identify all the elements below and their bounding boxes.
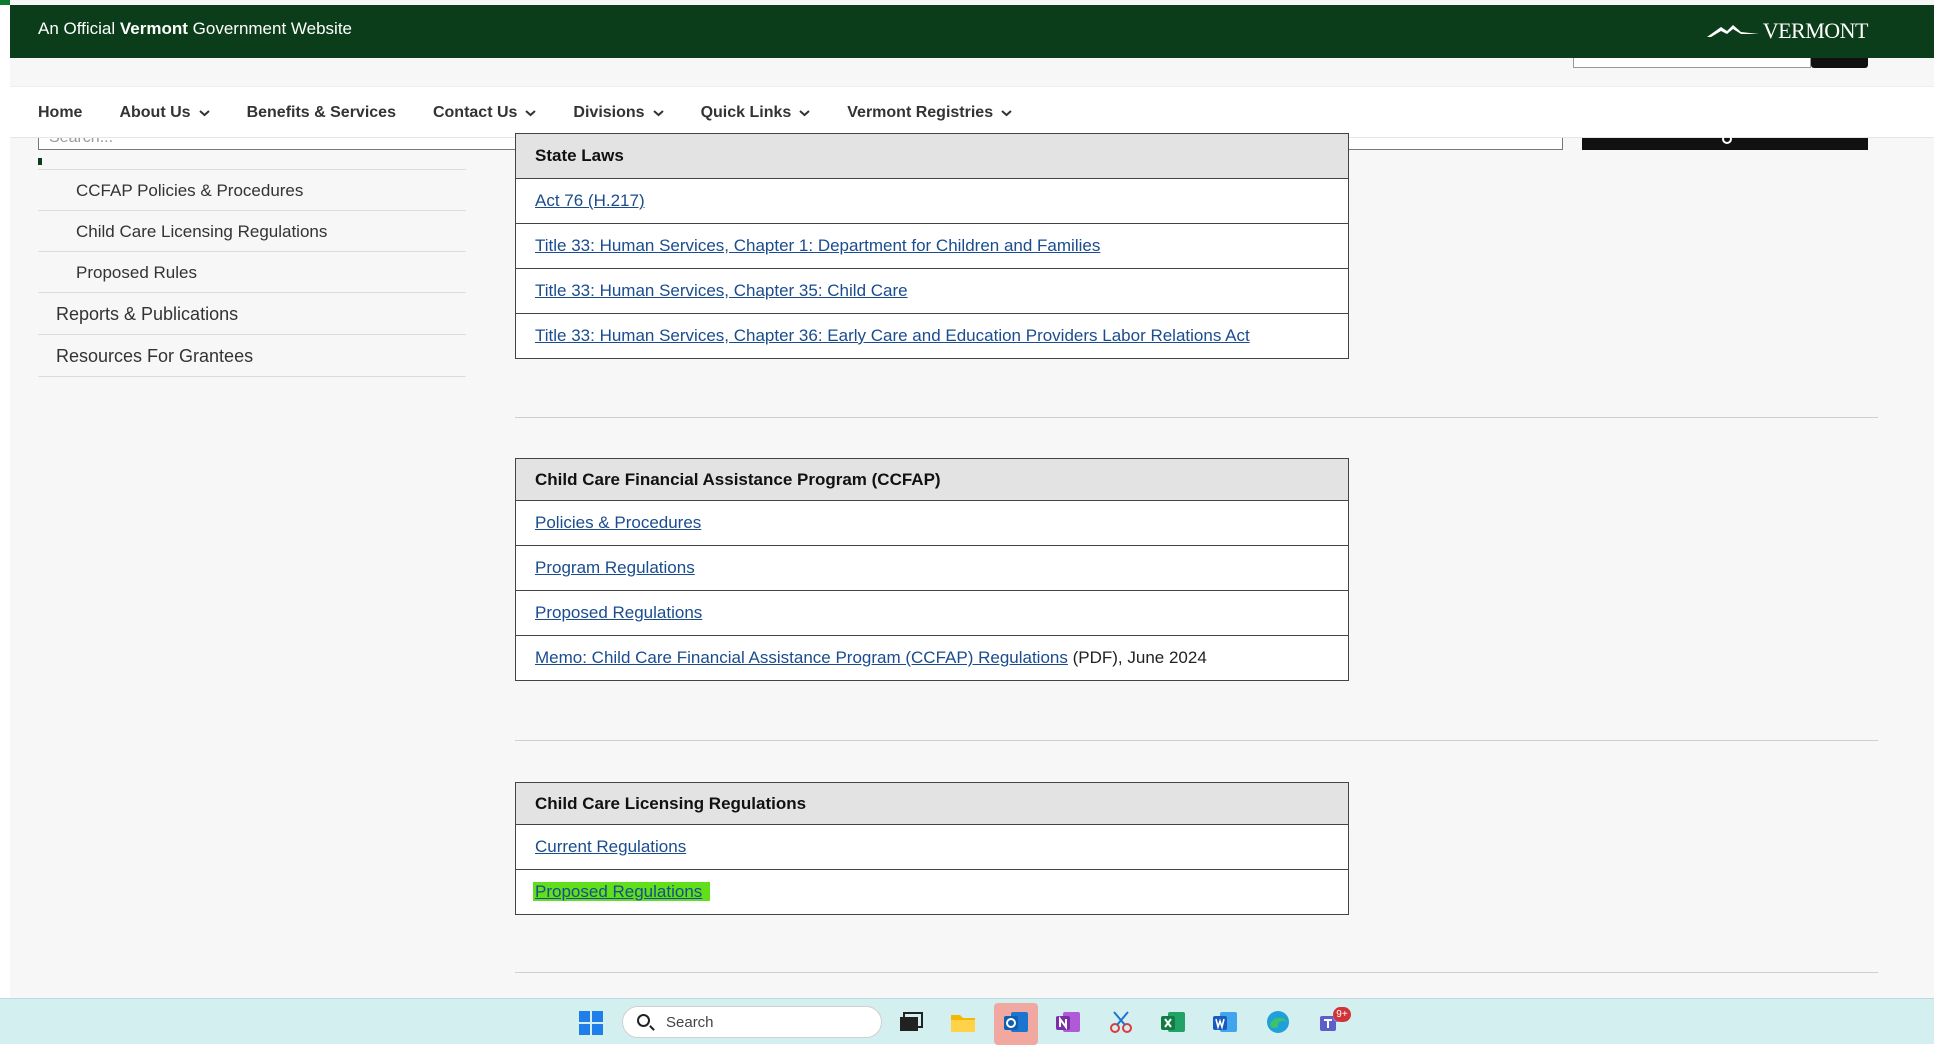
state-laws-header: State Laws (535, 146, 624, 165)
nav-item-home[interactable]: Home (38, 104, 82, 122)
teams-notification-badge: 9+ (1333, 1007, 1351, 1022)
nav-item-contact-us[interactable]: Contact Us (433, 104, 537, 122)
table-header-row: State Laws (515, 133, 1349, 179)
table-row: Act 76 (H.217) (515, 178, 1349, 224)
onenote-icon[interactable] (1055, 1009, 1081, 1035)
os-taskbar: Search 9+ (0, 998, 1934, 1045)
header-search-input[interactable] (1573, 58, 1811, 68)
sidebar-item-ccfap-policies[interactable]: CCFAP Policies & Procedures (38, 170, 466, 211)
table-row: Title 33: Human Services, Chapter 36: Ea… (515, 313, 1349, 359)
active-indicator (38, 158, 42, 165)
nav-item-vermont-registries[interactable]: Vermont Registries (847, 104, 1012, 122)
browser-viewport: An Official Vermont Government Website V… (10, 0, 1934, 1044)
sidebar-item-licensing-regulations[interactable]: Child Care Licensing Regulations (38, 211, 466, 252)
nav-list: Home About Us Benefits & Services Contact U… (38, 87, 1049, 139)
taskbar-search[interactable]: Search (622, 1006, 882, 1038)
search-icon (637, 1014, 650, 1027)
link-title33-ch36[interactable]: Title 33: Human Services, Chapter 36: Ea… (535, 326, 1250, 345)
chevron-down-icon (525, 110, 537, 117)
file-explorer-icon[interactable] (950, 1009, 976, 1035)
table-row: Title 33: Human Services, Chapter 1: Dep… (515, 223, 1349, 269)
main-nav: Home About Us Benefits & Services Contact U… (10, 86, 1934, 138)
vermont-logo[interactable]: VERMONT (1706, 18, 1869, 44)
chevron-down-icon (1001, 110, 1012, 117)
outlook-icon[interactable] (1003, 1009, 1029, 1035)
header-search-button[interactable] (1811, 58, 1868, 68)
excel-icon[interactable] (1160, 1009, 1186, 1035)
nav-item-quick-links[interactable]: Quick Links (701, 104, 811, 122)
table-header-row: Child Care Licensing Regulations (515, 782, 1349, 825)
word-icon[interactable] (1212, 1009, 1238, 1035)
sidebar-item-reports-publications[interactable]: Reports & Publications (38, 293, 466, 335)
link-ccfap-memo[interactable]: Memo: Child Care Financial Assistance Pr… (535, 648, 1068, 667)
nav-item-about-us[interactable]: About Us (119, 104, 210, 122)
link-ccfap-policies[interactable]: Policies & Procedures (535, 513, 701, 532)
windows-start-icon[interactable] (579, 1011, 603, 1035)
ccfap-header: Child Care Financial Assistance Program … (515, 458, 1349, 501)
snipping-tool-icon[interactable] (1108, 1009, 1134, 1035)
chevron-down-icon (652, 110, 664, 117)
link-current-regulations[interactable]: Current Regulations (535, 837, 686, 856)
link-title33-ch35[interactable]: Title 33: Human Services, Chapter 35: Ch… (535, 281, 908, 300)
official-banner: An Official Vermont Government Website V… (10, 5, 1934, 58)
chevron-down-icon (198, 110, 210, 117)
table-row: Program Regulations (515, 545, 1349, 591)
licensing-header: Child Care Licensing Regulations (515, 782, 1349, 825)
mountain-icon (1706, 25, 1759, 37)
sidebar-item-proposed-rules[interactable]: Proposed Rules (38, 252, 466, 293)
table-row: Title 33: Human Services, Chapter 35: Ch… (515, 268, 1349, 314)
task-view-icon[interactable] (898, 1009, 924, 1035)
licensing-table: Child Care Licensing Regulations Current… (515, 782, 1349, 915)
link-licensing-proposed-regulations[interactable]: Proposed Regulations (533, 882, 711, 901)
table-row: Memo: Child Care Financial Assistance Pr… (515, 635, 1349, 681)
site-search-button[interactable] (1582, 134, 1868, 150)
sidebar-nav: CCFAP Policies & Procedures Child Care L… (38, 170, 466, 377)
link-ccfap-proposed-regulations[interactable]: Proposed Regulations (535, 603, 702, 622)
table-row: Proposed Regulations (515, 590, 1349, 636)
table-row: Proposed Regulations (515, 869, 1349, 915)
link-title33-ch1[interactable]: Title 33: Human Services, Chapter 1: Dep… (535, 236, 1100, 255)
sidebar-item-resources-grantees[interactable]: Resources For Grantees (38, 335, 466, 377)
search-icon (1722, 134, 1732, 144)
table-header-row: Child Care Financial Assistance Program … (515, 458, 1349, 501)
section-divider (515, 417, 1878, 418)
state-laws-table: State Laws Act 76 (H.217) Title 33: Huma… (515, 133, 1349, 359)
link-act-76[interactable]: Act 76 (H.217) (535, 191, 645, 210)
nav-item-benefits-services[interactable]: Benefits & Services (247, 104, 396, 122)
nav-item-divisions[interactable]: Divisions (573, 104, 664, 122)
memo-suffix: (PDF), June 2024 (1067, 648, 1207, 667)
section-divider (515, 972, 1878, 973)
table-row: Policies & Procedures (515, 500, 1349, 546)
edge-browser-icon[interactable] (1265, 1009, 1291, 1035)
section-divider (515, 740, 1878, 741)
table-row: Current Regulations (515, 824, 1349, 870)
ccfap-table: Child Care Financial Assistance Program … (515, 458, 1349, 681)
link-ccfap-program-regulations[interactable]: Program Regulations (535, 558, 695, 577)
chevron-down-icon (799, 110, 810, 117)
vermont-logo-text: VERMONT (1762, 18, 1869, 43)
official-banner-text: An Official Vermont Government Website (38, 19, 353, 38)
